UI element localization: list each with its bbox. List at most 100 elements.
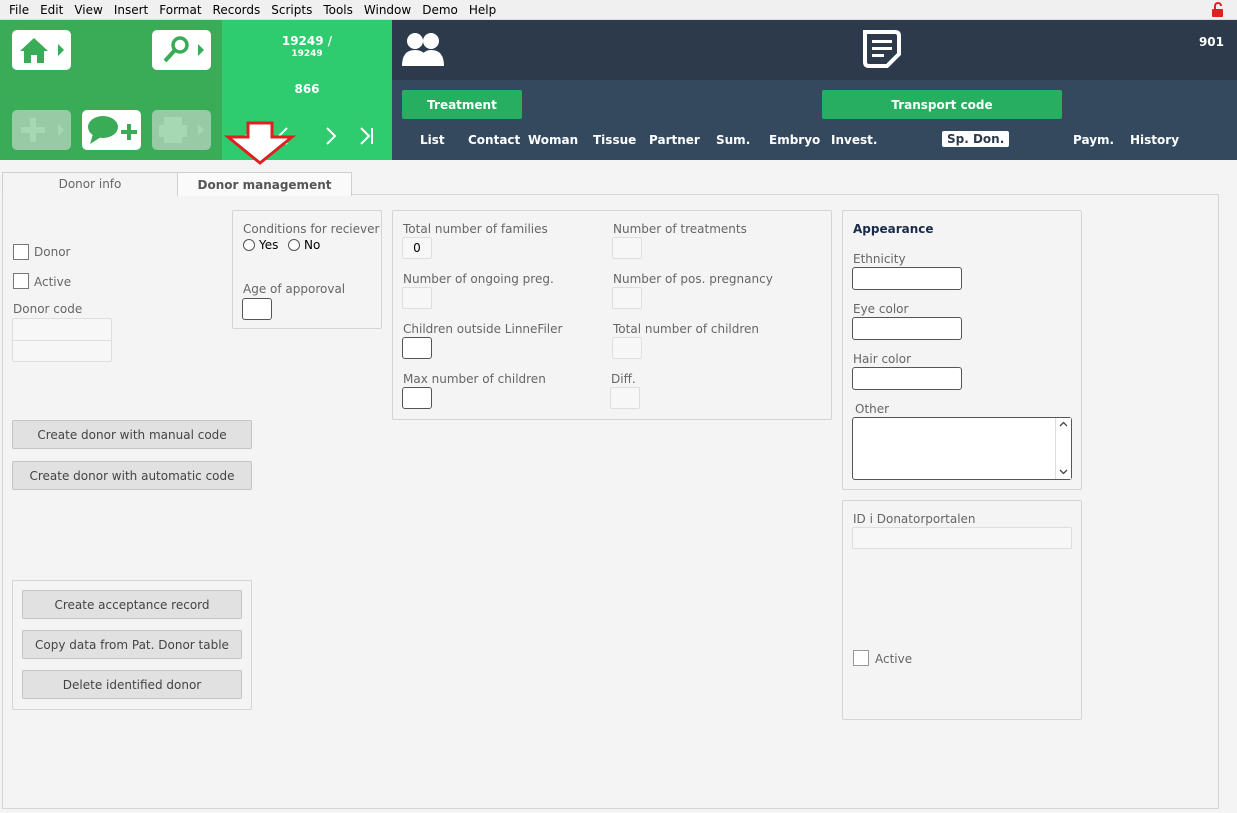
other-scrollbar[interactable] <box>1055 418 1071 479</box>
nav-tab-embryo[interactable]: Embryo <box>769 133 820 147</box>
active-label: Active <box>34 275 72 289</box>
ongoing-preg-label: Number of ongoing preg. <box>403 272 554 286</box>
home-button[interactable] <box>12 30 71 70</box>
menu-tools[interactable]: Tools <box>323 3 353 17</box>
portal-id-label: ID i Donatorportalen <box>853 512 976 526</box>
nav-tab-partner[interactable]: Partner <box>649 133 700 147</box>
menu-scripts[interactable]: Scripts <box>271 3 312 17</box>
total-children-label: Total number of children <box>613 322 760 336</box>
nav-tab-sum[interactable]: Sum. <box>716 133 750 147</box>
nav-tab-invest[interactable]: Invest. <box>831 133 877 147</box>
children-outside-label: Children outside LinneFiler <box>403 322 563 336</box>
menu-insert[interactable]: Insert <box>114 3 148 17</box>
chevron-up-icon[interactable] <box>1059 421 1068 427</box>
copy-donor-data-button[interactable]: Copy data from Pat. Donor table <box>22 630 242 659</box>
nav-tab-history[interactable]: History <box>1130 133 1179 147</box>
menu-help[interactable]: Help <box>469 3 496 17</box>
unlock-icon[interactable] <box>1211 2 1225 18</box>
menu-records[interactable]: Records <box>213 3 261 17</box>
add-record-button[interactable] <box>12 110 71 150</box>
other-textarea[interactable] <box>852 417 1072 480</box>
nav-tab-contact[interactable]: Contact <box>468 133 520 147</box>
tab-donor-management[interactable]: Donor management <box>177 172 352 196</box>
nav-tab-tissue[interactable]: Tissue <box>593 133 636 147</box>
eye-color-input[interactable] <box>852 317 962 340</box>
create-acceptance-record-button[interactable]: Create acceptance record <box>22 590 242 619</box>
hair-color-input[interactable] <box>852 367 962 390</box>
nav-tab-sp-don[interactable]: Sp. Don. <box>942 131 1010 147</box>
header-dark: 901 <box>392 20 1237 80</box>
eye-color-label: Eye color <box>853 302 909 316</box>
add-comment-button[interactable] <box>82 110 141 150</box>
header-toolbar <box>0 20 222 160</box>
treatment-button[interactable]: Treatment <box>402 90 522 119</box>
last-record-icon[interactable] <box>358 126 376 146</box>
nav-tab-woman[interactable]: Woman <box>528 133 578 147</box>
printer-icon <box>159 117 204 143</box>
home-icon <box>20 38 64 63</box>
menu-format[interactable]: Format <box>159 3 201 17</box>
pos-pregnancy-field <box>612 287 642 309</box>
donor-code-field-2[interactable] <box>12 340 112 362</box>
create-automatic-code-button[interactable]: Create donor with automatic code <box>12 461 252 490</box>
pos-pregnancy-label: Number of pos. pregnancy <box>613 272 773 286</box>
tab-donor-info[interactable]: Donor info <box>2 172 178 195</box>
children-outside-field[interactable] <box>402 337 432 359</box>
plus-icon <box>21 118 64 142</box>
delete-donor-button[interactable]: Delete identified donor <box>22 670 242 699</box>
menu-demo[interactable]: Demo <box>422 3 458 17</box>
age-approval-field[interactable] <box>242 298 272 320</box>
appearance-title: Appearance <box>853 222 934 236</box>
users-icon[interactable] <box>402 32 444 68</box>
total-families-label: Total number of families <box>403 222 548 236</box>
max-children-label: Max number of children <box>403 372 546 386</box>
donor-checkbox[interactable] <box>13 244 29 260</box>
number-treatments-field <box>612 237 642 259</box>
total-families-value: 0 <box>402 237 432 259</box>
portal-active-label: Active <box>875 652 913 666</box>
hair-color-label: Hair color <box>853 352 912 366</box>
document-icon[interactable] <box>861 28 903 70</box>
diff-label: Diff. <box>611 372 636 386</box>
next-record-icon[interactable] <box>324 126 338 146</box>
donor-code-label: Donor code <box>13 302 83 316</box>
menu-edit[interactable]: Edit <box>40 3 63 17</box>
ongoing-preg-field <box>402 287 432 309</box>
record-id: 866 <box>294 82 320 96</box>
search-icon <box>163 36 204 63</box>
conditions-label: Conditions for reciever <box>243 222 380 236</box>
menu-view[interactable]: View <box>74 3 102 17</box>
menu-window[interactable]: Window <box>364 3 411 17</box>
portal-id-field[interactable] <box>852 527 1072 549</box>
print-button[interactable] <box>152 110 211 150</box>
menu-bar: File Edit View Insert Format Records Scr… <box>0 0 1237 20</box>
ethnicity-input[interactable] <box>852 267 962 290</box>
comment-add-icon <box>88 116 137 144</box>
nav-tab-list[interactable]: List <box>420 133 445 147</box>
arrow-down-icon <box>224 121 296 165</box>
conditions-yes-label: Yes <box>259 238 279 252</box>
diff-field <box>610 387 640 409</box>
donor-code-field[interactable] <box>12 318 112 341</box>
record-count: 901 <box>1198 35 1224 49</box>
conditions-yes-radio[interactable] <box>243 239 255 251</box>
donor-label: Donor <box>34 245 71 259</box>
conditions-no-radio[interactable] <box>288 239 300 251</box>
record-total: 19249 <box>291 49 323 59</box>
number-treatments-label: Number of treatments <box>613 222 747 236</box>
conditions-no-label: No <box>304 238 321 252</box>
active-checkbox[interactable] <box>13 273 29 289</box>
create-manual-code-button[interactable]: Create donor with manual code <box>12 420 252 449</box>
portal-active-checkbox[interactable] <box>853 650 869 666</box>
max-children-field[interactable] <box>402 387 432 409</box>
ethnicity-label: Ethnicity <box>853 252 906 266</box>
record-current: 19249 / <box>281 34 333 48</box>
age-approval-label: Age of apporoval <box>243 282 346 296</box>
transport-code-button[interactable]: Transport code <box>822 90 1062 119</box>
nav-tab-paym[interactable]: Paym. <box>1073 133 1114 147</box>
search-button[interactable] <box>152 30 211 70</box>
other-label: Other <box>855 402 890 416</box>
menu-file[interactable]: File <box>9 3 29 17</box>
total-children-field <box>612 337 642 359</box>
chevron-down-icon[interactable] <box>1059 469 1068 475</box>
